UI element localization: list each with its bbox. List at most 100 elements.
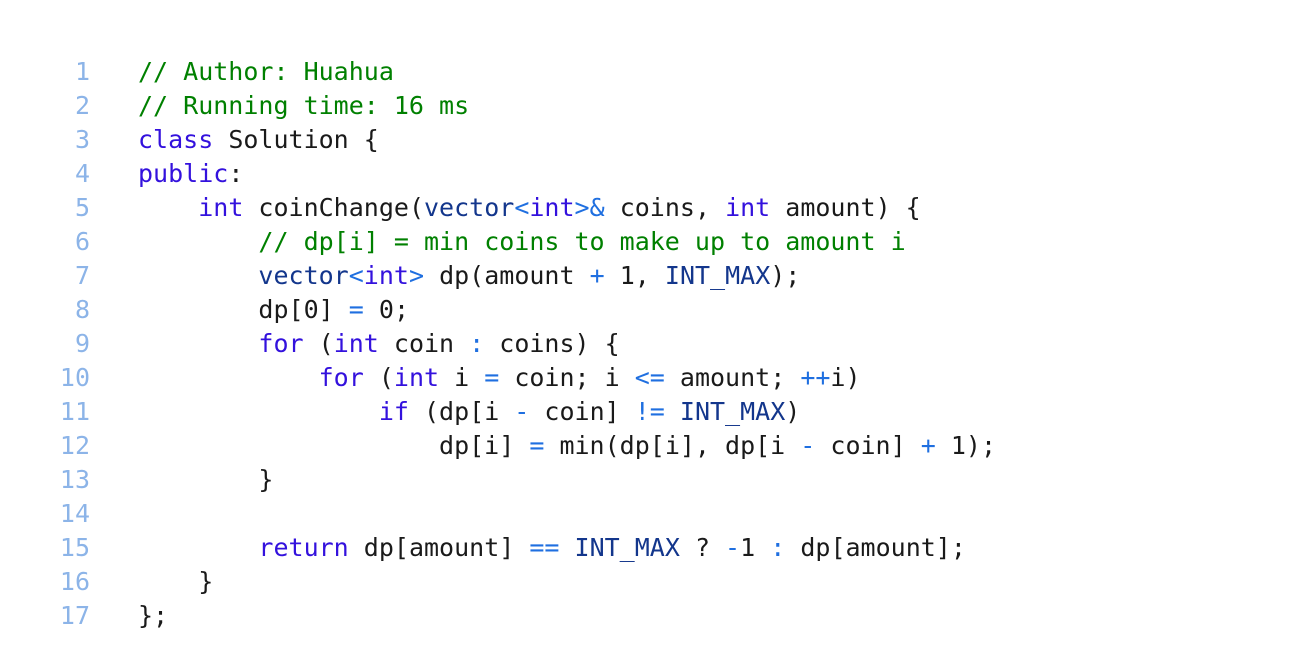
code-line: 5 int coinChange(vector<int>& coins, int… bbox=[0, 191, 1314, 225]
code-line: 1 // Author: Huahua bbox=[0, 55, 1314, 89]
code-token-number: 1 bbox=[619, 261, 635, 290]
code-line-content: if (dp[i - coin] != INT_MAX) bbox=[90, 395, 800, 429]
code-token-plain: ; bbox=[393, 295, 409, 324]
line-number: 5 bbox=[74, 193, 90, 222]
line-number: 6 bbox=[74, 227, 90, 256]
code-token-plain: i) bbox=[830, 363, 861, 392]
code-token-plain: Solution { bbox=[213, 125, 379, 154]
code-token-plain: amount) { bbox=[770, 193, 921, 222]
line-number: 16 bbox=[59, 567, 90, 596]
code-line: 4 public: bbox=[0, 157, 1314, 191]
code-token-operator: - bbox=[800, 431, 816, 460]
code-token-plain: min(dp[i], dp[i bbox=[544, 431, 801, 460]
code-token-plain: coin] bbox=[815, 431, 921, 460]
code-token-keyword: int bbox=[529, 193, 575, 222]
code-token-operator: != bbox=[634, 397, 665, 426]
code-token-plain: } bbox=[138, 567, 214, 596]
code-line: 14 bbox=[0, 497, 1314, 531]
code-token-operator: = bbox=[348, 295, 364, 324]
code-listing: 1 // Author: Huahua 2 // Running time: 16 m… bbox=[0, 55, 1314, 633]
code-token-plain: dp[i] bbox=[138, 431, 530, 460]
code-line-content: dp[0] = 0; bbox=[90, 293, 409, 327]
code-token-operator: >& bbox=[574, 193, 605, 222]
code-token-const: INT_MAX bbox=[679, 397, 786, 426]
code-token-plain: coin bbox=[378, 329, 470, 358]
code-line: 11 if (dp[i - coin] != INT_MAX) bbox=[0, 395, 1314, 429]
line-number: 1 bbox=[74, 57, 90, 86]
code-line-content: // Author: Huahua bbox=[90, 55, 394, 89]
code-line-content: vector<int> dp(amount + 1, INT_MAX); bbox=[90, 259, 800, 293]
line-number: 11 bbox=[59, 397, 90, 426]
code-token-plain: i bbox=[439, 363, 485, 392]
code-token-keyword: int bbox=[393, 363, 440, 392]
code-token-keyword: public bbox=[138, 159, 229, 188]
code-token-keyword: for bbox=[318, 363, 364, 392]
code-token-operator: : bbox=[770, 533, 786, 562]
code-line: 7 vector<int> dp(amount + 1, INT_MAX); bbox=[0, 259, 1314, 293]
code-token-plain: amount; bbox=[664, 363, 801, 392]
code-line-content: }; bbox=[90, 599, 168, 633]
code-line: 2 // Running time: 16 ms bbox=[0, 89, 1314, 123]
code-token-plain: ); bbox=[770, 261, 801, 290]
code-line-content: } bbox=[90, 463, 273, 497]
code-line-content: for (int coin : coins) { bbox=[90, 327, 619, 361]
code-line: 9 for (int coin : coins) { bbox=[0, 327, 1314, 361]
code-line: 10 for (int i = coin; i <= amount; ++i) bbox=[0, 361, 1314, 395]
line-number: 2 bbox=[74, 91, 90, 120]
code-token-operator: = bbox=[529, 431, 545, 460]
code-token-plain: coins, bbox=[604, 193, 726, 222]
code-token-comment: // dp[i] = min coins to make up to amoun… bbox=[258, 227, 906, 256]
line-number: 3 bbox=[74, 125, 90, 154]
code-token-comment: // Author: Huahua bbox=[138, 57, 394, 86]
code-line: 3 class Solution { bbox=[0, 123, 1314, 157]
code-token-plain: }; bbox=[138, 601, 169, 630]
code-token-type: vector bbox=[258, 261, 349, 290]
code-token-plain: ] bbox=[318, 295, 349, 324]
code-token-const: INT_MAX bbox=[574, 533, 680, 562]
code-token-operator: > bbox=[408, 261, 425, 290]
line-number: 12 bbox=[59, 431, 90, 460]
code-token-plain: , bbox=[634, 261, 665, 290]
code-token-operator: < bbox=[514, 193, 530, 222]
code-token-plain: : bbox=[228, 159, 244, 188]
code-line: 13 } bbox=[0, 463, 1314, 497]
code-token-plain: ) bbox=[785, 397, 801, 426]
code-token-plain: coinChange( bbox=[243, 193, 424, 222]
code-token-plain: dp[ bbox=[138, 295, 304, 324]
line-number: 13 bbox=[59, 465, 90, 494]
code-token-plain: ( bbox=[303, 329, 334, 358]
line-number: 8 bbox=[74, 295, 90, 324]
line-number: 15 bbox=[59, 533, 90, 562]
code-token-plain: dp(amount bbox=[424, 261, 590, 290]
code-line: 12 dp[i] = min(dp[i], dp[i - coin] + 1); bbox=[0, 429, 1314, 463]
code-line-content: public: bbox=[90, 157, 243, 191]
code-line-content: for (int i = coin; i <= amount; ++i) bbox=[90, 361, 861, 395]
line-number: 9 bbox=[74, 329, 90, 358]
line-number: 4 bbox=[74, 159, 90, 188]
code-token-operator: = bbox=[484, 363, 500, 392]
code-token-plain: coin; i bbox=[499, 363, 635, 392]
code-line-content: class Solution { bbox=[90, 123, 379, 157]
code-token-operator: == bbox=[529, 533, 560, 562]
code-token-plain: coin] bbox=[529, 397, 635, 426]
code-token-plain: } bbox=[138, 465, 274, 494]
code-token-plain: ( bbox=[363, 363, 394, 392]
code-token-keyword: int bbox=[333, 329, 379, 358]
code-token-type: vector bbox=[424, 193, 515, 222]
code-token-const: INT_MAX bbox=[664, 261, 771, 290]
code-token-comment: // Running time: 16 ms bbox=[138, 91, 470, 120]
code-token-operator: ++ bbox=[800, 363, 831, 392]
code-token-plain: ? bbox=[679, 533, 726, 562]
code-token-plain: ); bbox=[965, 431, 996, 460]
code-token-operator: - bbox=[725, 533, 741, 562]
